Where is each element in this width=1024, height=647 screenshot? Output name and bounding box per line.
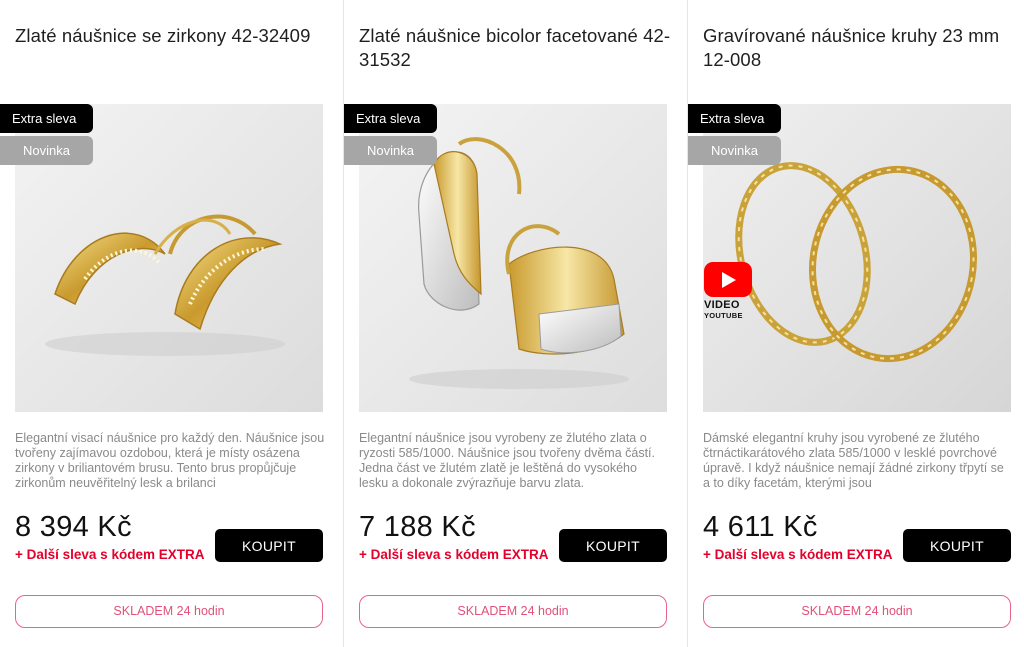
- product-price: 7 188 Kč: [359, 511, 476, 543]
- product-description: Elegantní náušnice jsou vyrobeny ze žlut…: [359, 431, 655, 490]
- stock-status-button[interactable]: SKLADEM 24 hodin: [359, 595, 667, 628]
- video-badge[interactable]: VIDEO YOUTUBE: [704, 262, 754, 324]
- buy-button[interactable]: KOUPIT: [559, 529, 667, 562]
- badge-novinka: Novinka: [0, 136, 93, 165]
- stock-status-button[interactable]: SKLADEM 24 hodin: [15, 595, 323, 628]
- video-label: VIDEO: [704, 299, 740, 311]
- buy-button[interactable]: KOUPIT: [215, 529, 323, 562]
- badge-extra-sleva: Extra sleva: [344, 104, 437, 133]
- product-card: Zlaté náušnice bicolor facetované 42-315…: [343, 0, 687, 647]
- youtube-play-icon: [704, 262, 752, 297]
- badge-novinka: Novinka: [688, 136, 781, 165]
- promo-text: + Další sleva s kódem EXTRA: [703, 547, 893, 562]
- badge-extra-sleva: Extra sleva: [0, 104, 93, 133]
- video-source-label: YOUTUBE: [704, 311, 743, 320]
- product-card: Zlaté náušnice se zirkony 42-32409 Extra…: [0, 0, 344, 647]
- promo-text: + Další sleva s kódem EXTRA: [15, 547, 205, 562]
- promo-text: + Další sleva s kódem EXTRA: [359, 547, 549, 562]
- badge-novinka: Novinka: [344, 136, 437, 165]
- product-description: Dámské elegantní kruhy jsou vyrobené ze …: [703, 431, 1004, 490]
- product-price: 8 394 Kč: [15, 511, 132, 543]
- product-price: 4 611 Kč: [703, 511, 818, 543]
- stock-status-button[interactable]: SKLADEM 24 hodin: [703, 595, 1011, 628]
- product-title[interactable]: Zlaté náušnice se zirkony 42-32409: [15, 24, 335, 48]
- product-title[interactable]: Zlaté náušnice bicolor facetované 42-315…: [359, 24, 679, 72]
- badge-extra-sleva: Extra sleva: [688, 104, 781, 133]
- product-card: Gravírované náušnice kruhy 23 mm 12-008 …: [687, 0, 1024, 647]
- buy-button[interactable]: KOUPIT: [903, 529, 1011, 562]
- product-description: Elegantní visací náušnice pro každý den.…: [15, 431, 325, 490]
- product-title[interactable]: Gravírované náušnice kruhy 23 mm 12-008: [703, 24, 1023, 72]
- product-grid: Zlaté náušnice se zirkony 42-32409 Extra…: [0, 0, 1024, 647]
